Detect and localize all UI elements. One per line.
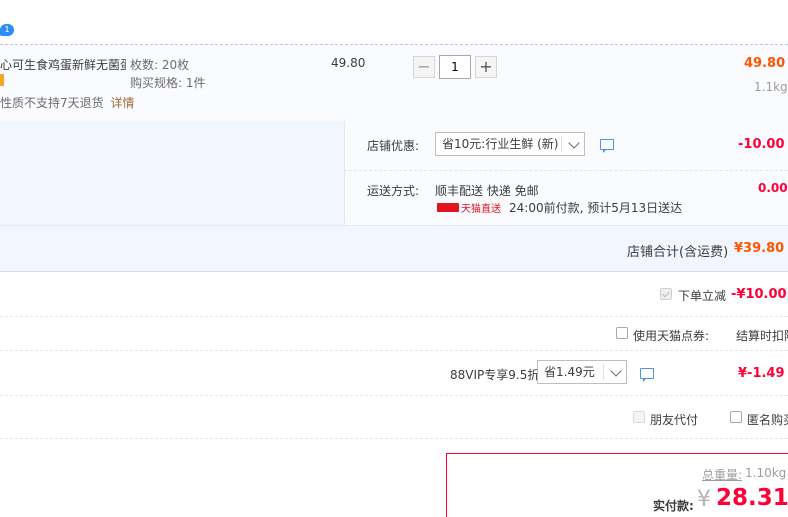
vip-label: 88VIP专享9.5折 bbox=[450, 368, 540, 382]
row-divider bbox=[0, 438, 788, 439]
shop-discount-select[interactable]: 省10元:行业生鲜 (新) bbox=[435, 132, 585, 156]
unit-price: 49.80 bbox=[331, 56, 366, 70]
vip-discount-selected: 省1.49元 bbox=[544, 365, 595, 379]
shop-total-value: ¥39.80 bbox=[734, 241, 785, 256]
tmall-points-value: 结算时扣除 bbox=[736, 329, 788, 343]
total-weight-value: 1.10kg bbox=[745, 466, 787, 480]
instant-discount-checkbox[interactable] bbox=[660, 288, 672, 300]
shop-discount-selected: 省10元:行业生鲜 (新) bbox=[442, 137, 559, 151]
quantity-increase-button[interactable]: + bbox=[475, 56, 497, 78]
pay-value: 28.31 bbox=[716, 485, 788, 511]
shop-discount-label: 店铺优惠: bbox=[367, 139, 420, 153]
row-divider bbox=[0, 316, 788, 317]
vip-discount-value: ¥-1.49 bbox=[738, 366, 785, 381]
service-detail-link[interactable]: 详情 bbox=[110, 96, 134, 110]
delivery-note: 24:00前付款, 预计5月13日送达 bbox=[509, 201, 683, 215]
tmall-direct-label: 天猫直送 bbox=[461, 204, 501, 215]
row-divider bbox=[0, 350, 788, 351]
item-count: 枚数: 20枚 bbox=[130, 58, 190, 72]
item-title[interactable]: 心可生食鸡蛋新鲜无菌蛋... bbox=[0, 56, 126, 73]
chat-icon[interactable] bbox=[600, 139, 614, 153]
shipping-amount: 0.00 bbox=[758, 181, 788, 195]
notification-badge-icon: 1 bbox=[0, 24, 14, 36]
shop-total-label: 店铺合计(含运费) bbox=[627, 245, 729, 260]
vip-discount-select[interactable]: 省1.49元 bbox=[537, 360, 627, 384]
item-weight: 1.1kg bbox=[754, 80, 788, 94]
anonymous-purchase-checkbox[interactable] bbox=[730, 411, 742, 423]
total-weight-label: 总重量: bbox=[702, 468, 743, 482]
tmall-logo-icon bbox=[437, 203, 459, 212]
item-spec: 购买规格: 1件 bbox=[130, 76, 206, 90]
friend-pay-checkbox[interactable] bbox=[633, 411, 645, 423]
instant-discount-label: 下单立减 bbox=[678, 289, 727, 303]
chevron-down-icon bbox=[610, 365, 622, 377]
quantity-decrease-button[interactable]: − bbox=[413, 56, 435, 78]
anonymous-purchase-label: 匿名购买 bbox=[747, 413, 788, 427]
service-note: 性质不支持7天退货 bbox=[0, 96, 104, 110]
pay-label: 实付款: bbox=[653, 499, 694, 513]
tmall-points-checkbox[interactable] bbox=[616, 327, 628, 339]
shipping-method: 顺丰配送 快递 免邮 bbox=[435, 184, 539, 198]
chevron-down-icon bbox=[568, 137, 580, 149]
item-tag-icon bbox=[0, 74, 4, 86]
row-divider bbox=[0, 395, 788, 396]
item-subtotal: 49.80 bbox=[744, 56, 786, 71]
shop-options-divider bbox=[344, 170, 788, 171]
quantity-input[interactable] bbox=[439, 55, 471, 79]
pay-currency: ¥ bbox=[697, 487, 711, 512]
instant-discount-value: -¥10.00 bbox=[731, 287, 787, 302]
tmall-points-label: 使用天猫点券: bbox=[633, 329, 710, 343]
shop-discount-amount: -10.00 bbox=[738, 137, 785, 152]
chat-icon[interactable] bbox=[640, 368, 654, 382]
friend-pay-label: 朋友代付 bbox=[650, 413, 699, 427]
shipping-label: 运送方式: bbox=[367, 184, 420, 198]
